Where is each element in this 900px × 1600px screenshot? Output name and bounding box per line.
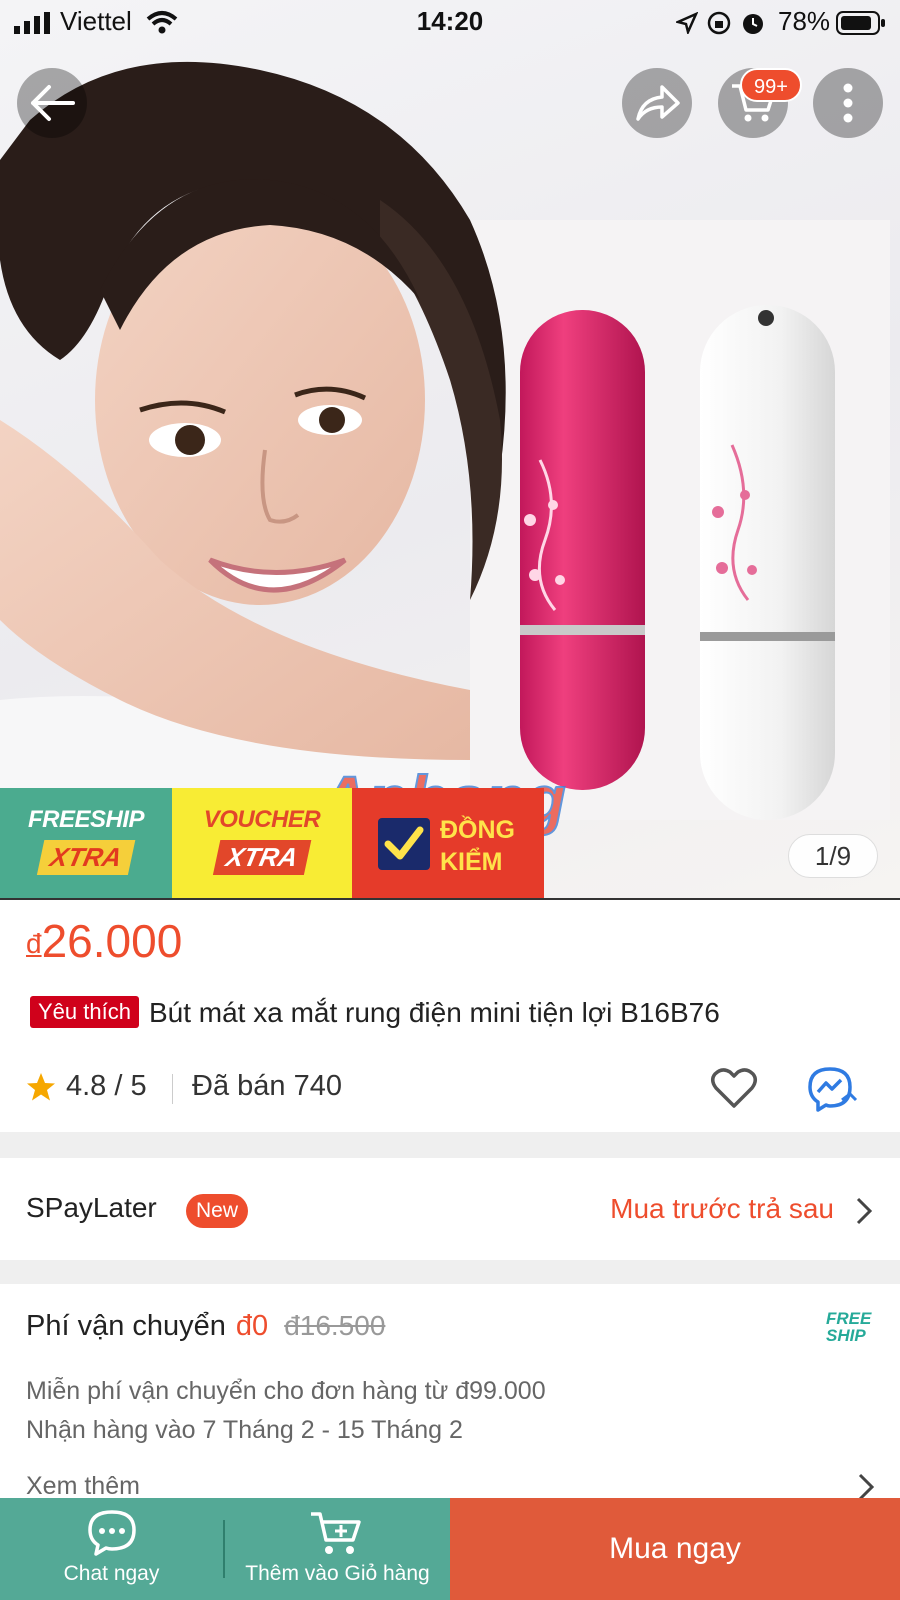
battery-percent: 78% [778,6,831,36]
chat-now-button[interactable]: Chat ngay [0,1498,223,1600]
shipping-title: Phí vận chuyển [26,1310,226,1342]
messenger-share-icon[interactable] [806,1066,858,1112]
divider [0,898,900,900]
add-to-cart-button[interactable]: Thêm vào Giỏ hàng [225,1498,450,1600]
section-gap [0,1132,900,1158]
dong-kiem-badge: ĐỒNG KIỂM [352,788,544,900]
product-title-row: Yêu thích Bút mát xa mắt rung điện mini t… [30,996,880,1029]
chevron-right-icon [856,1197,873,1225]
status-bar: Viettel 14:20 78% [0,0,900,48]
location-icon [676,12,698,34]
product-price: đ26.000 [26,914,182,968]
divider [172,1074,173,1104]
see-more-link[interactable]: Xem thêm [26,1472,140,1501]
freeship-logo-line1: FREE [826,1309,872,1328]
currency-symbol: đ [26,928,42,959]
sold-count: Đã bán 740 [192,1070,342,1102]
favorite-tag: Yêu thích [30,996,139,1028]
freeship-badge-top: FREESHIP [27,806,145,833]
product-title: Bút mát xa mắt rung điện mini tiện lợi B… [148,997,720,1028]
dong-kiem-label: ĐỒNG KIỂM [440,814,515,878]
freeship-xtra-badge: FREESHIP XTRA [0,788,172,900]
heart-icon[interactable] [710,1066,758,1110]
rating-value: 4.8 / 5 [66,1070,147,1102]
spaylater-link[interactable]: Mua trước trả sau [610,1193,834,1225]
shipping-info-line: Miễn phí vận chuyển cho đơn hàng từ đ99.… [26,1377,546,1405]
battery-icon [836,11,885,35]
chat-icon [87,1510,136,1556]
share-button[interactable] [622,68,692,138]
arrow-left-icon [31,85,75,121]
bottom-action-bar: Chat ngay Thêm vào Giỏ hàng Mua ngay [0,1498,900,1600]
buy-now-button[interactable]: Mua ngay [450,1498,900,1600]
delivery-date-line: Nhận hàng vào 7 Tháng 2 - 15 Tháng 2 [26,1416,463,1444]
share-icon [636,85,680,121]
rotation-lock-icon [707,11,731,35]
freeship-logo-line2: SHIP [826,1326,866,1345]
more-vertical-icon [843,83,853,123]
shipping-fee: đ0 [235,1310,269,1342]
cart-count-badge: 99+ [740,68,802,102]
add-to-cart-icon [310,1512,361,1554]
image-counter: 1/9 [788,834,878,878]
add-to-cart-label: Thêm vào Giỏ hàng [245,1562,430,1585]
star-icon [27,1073,55,1101]
product-page: Aphang Viettel 14:20 78% [0,0,900,1600]
chat-now-label: Chat ngay [63,1562,160,1585]
voucher-badge-bottom: XTRA [212,840,312,875]
section-gap [0,1260,900,1284]
checkmark-icon [378,818,430,870]
spaylater-label: SPayLater [26,1192,157,1223]
new-tag: New [186,1194,249,1228]
more-options-button[interactable] [813,68,883,138]
voucher-xtra-badge: VOUCHER XTRA [172,788,352,900]
freeship-badge-bottom: XTRA [36,840,136,875]
shipping-fee-row: Phí vận chuyển đ0 đ16.500 [26,1310,385,1343]
voucher-badge-top: VOUCHER [203,806,321,833]
alarm-icon [743,14,763,34]
back-button[interactable] [17,68,87,138]
price-amount: 26.000 [41,915,183,967]
shipping-old-fee: đ16.500 [284,1310,386,1341]
dong-kiem-line1: ĐỒNG [440,816,515,844]
dong-kiem-line2: KIỂM [440,848,503,876]
freeship-logo: FREE SHIP [826,1310,871,1344]
